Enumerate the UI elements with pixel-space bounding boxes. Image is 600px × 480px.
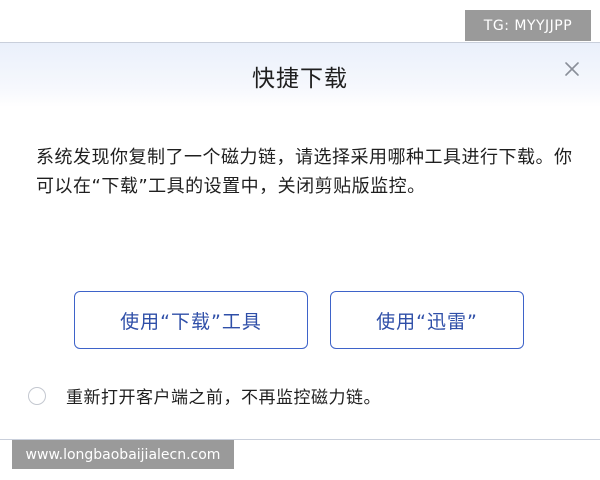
stop-monitoring-label: 重新打开客户端之前，不再监控磁力链。 <box>66 388 381 408</box>
quick-download-dialog: 快捷下载 系统发现你复制了一个磁力链，请选择采用哪种工具进行下载。你可以在“下载… <box>0 42 600 440</box>
stop-monitoring-checkbox[interactable] <box>28 386 46 405</box>
close-button[interactable] <box>562 59 582 79</box>
dialog-header: 快捷下载 <box>0 43 600 107</box>
use-download-tool-button[interactable]: 使用“下载”工具 <box>74 291 308 349</box>
screen: TG: MYYJJPP 快捷下载 系统发现你复制了一个磁力链，请选择采用哪种工具… <box>0 0 600 480</box>
watermark-bottom: www.longbaobaijialecn.com <box>12 440 234 469</box>
stop-monitoring-option[interactable]: 重新打开客户端之前，不再监控磁力链。 <box>28 383 381 408</box>
dialog-title: 快捷下载 <box>252 66 348 92</box>
close-icon <box>565 62 579 76</box>
dialog-message: 系统发现你复制了一个磁力链，请选择采用哪种工具进行下载。你可以在“下载”工具的设… <box>36 147 573 197</box>
use-xunlei-button[interactable]: 使用“迅雷” <box>330 291 524 349</box>
watermark-top: TG: MYYJJPP <box>465 10 591 41</box>
